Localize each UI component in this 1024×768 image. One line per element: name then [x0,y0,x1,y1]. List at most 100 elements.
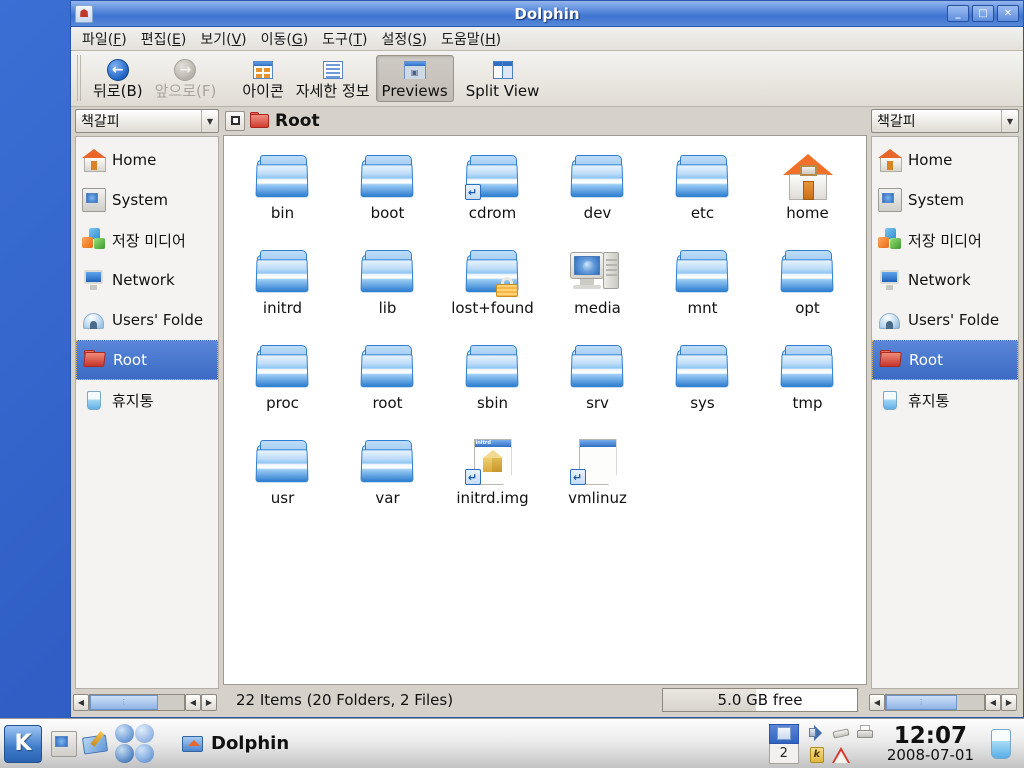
previews-button[interactable]: ▣ Previews [375,55,454,102]
file-item[interactable]: var [335,431,440,526]
pager-desktop-1[interactable] [768,723,799,744]
menu-edit[interactable]: 편집(E) [134,27,194,51]
sidebar-item-storage-media[interactable]: 저장 미디어 [872,220,1018,260]
symlink-overlay-icon: ↵ [464,184,481,200]
folder-icon [254,344,312,392]
bookmarks-combo-left[interactable]: 책갈피 ▼ [75,109,219,133]
scroll-right-arrow-icon[interactable]: ▶ [201,693,217,711]
sidebar-item-root[interactable]: Root [872,340,1018,380]
file-item[interactable]: sys [650,336,755,431]
breadcrumb[interactable]: Root [275,111,320,131]
text-editor-icon[interactable] [81,730,109,757]
places-right-hscrollbar[interactable]: ◀ ⋮ ◀ ▶ [869,693,1017,712]
printer-icon[interactable] [855,723,875,743]
close-button[interactable]: ✕ [997,5,1019,22]
window-body: 책갈피 ▼ Home System 저장 미디어 Network Users' … [71,107,1023,717]
scroll-right-arrow-icon[interactable]: ▶ [1001,693,1017,711]
scroll-left-arrow-icon[interactable]: ◀ [73,693,89,711]
update-warning-icon[interactable] [831,745,851,765]
file-item[interactable]: media [545,241,650,336]
menu-view[interactable]: 보기(V) [193,27,253,51]
file-item[interactable]: bin [230,146,335,241]
back-button[interactable]: ← 뒤로(B) [87,55,149,102]
taskbar-entry-dolphin[interactable]: Dolphin [173,728,298,759]
places-left-hscrollbar[interactable]: ◀ ⋮ ◀ ▶ [73,693,217,712]
scroll-left-arrow-icon[interactable]: ◀ [869,693,885,711]
file-label: var [375,489,400,507]
toolbar-grip[interactable] [77,55,82,101]
file-item[interactable]: srv [545,336,650,431]
file-item[interactable]: opt [755,241,860,336]
file-label: lib [378,299,397,317]
scrollbar-trough[interactable]: ⋮ [885,693,985,711]
apps-group-icon[interactable] [115,723,159,764]
menu-settings[interactable]: 설정(S) [374,27,434,51]
file-item[interactable]: root [335,336,440,431]
file-item[interactable]: ↵ vmlinuz [545,431,650,526]
scrollbar-trough[interactable]: ⋮ [89,693,185,711]
file-item[interactable]: proc [230,336,335,431]
chevron-down-icon[interactable]: ▼ [201,110,218,132]
bookmarks-combo-right[interactable]: 책갈피 ▼ [871,109,1019,133]
minimize-button[interactable]: _ [947,5,969,22]
sidebar-item-trash[interactable]: 휴지통 [872,380,1018,420]
details-view-button[interactable]: 자세한 정보 [290,55,376,102]
sidebar-item-home[interactable]: Home [872,140,1018,180]
pager-desktop-2[interactable]: 2 [768,744,799,764]
chevron-down-icon[interactable]: ▼ [1001,110,1018,132]
computer-icon[interactable] [51,730,77,757]
file-item[interactable]: sbin [440,336,545,431]
file-item[interactable]: lib [335,241,440,336]
file-label: cdrom [468,204,517,222]
sidebar-item-users-folder[interactable]: Users' Folde [76,300,218,340]
trash-icon[interactable] [988,727,1014,761]
file-item[interactable]: initrd [230,241,335,336]
edit-location-icon[interactable] [225,110,245,131]
file-item[interactable]: usr [230,431,335,526]
sidebar-item-network[interactable]: Network [872,260,1018,300]
file-item[interactable]: lost+found [440,241,545,336]
sidebar-item-network[interactable]: Network [76,260,218,300]
lock-overlay-icon [495,277,518,297]
menu-help[interactable]: 도움말(H) [434,27,508,51]
menu-go[interactable]: 이동(G) [254,27,316,51]
sidebar-item-users-folder[interactable]: Users' Folde [872,300,1018,340]
desktop-pager[interactable]: 2 [768,723,799,764]
volume-icon[interactable] [807,723,827,743]
file-item[interactable]: tmp [755,336,860,431]
maximize-button[interactable]: □ [972,5,994,22]
folder-icon [254,154,312,202]
menu-tools[interactable]: 도구(T) [315,27,374,51]
sidebar-item-trash[interactable]: 휴지통 [76,380,218,420]
klipper-icon[interactable]: k [807,745,827,765]
file-item[interactable]: initrd ↵ initrd.img [440,431,545,526]
forward-button[interactable]: → 앞으로(F) [149,55,223,102]
sidebar-item-root[interactable]: Root [76,340,218,380]
file-item[interactable]: boot [335,146,440,241]
sidebar-item-home[interactable]: Home [76,140,218,180]
split-view-button[interactable]: Split View [460,55,546,102]
scrollbar-thumb[interactable]: ⋮ [886,694,957,710]
sidebar-item-label: Home [112,151,157,169]
sidebar-item-label: System [908,191,964,209]
file-item[interactable]: home [755,146,860,241]
clock[interactable]: 12:07 2008-07-01 [887,723,974,764]
icons-view-button[interactable]: 아이콘 [236,55,289,102]
file-view[interactable]: bin boot ↵ cdrom dev etc home initrd lib… [223,135,867,685]
usb-icon[interactable] [831,723,851,743]
file-item[interactable]: ↵ cdrom [440,146,545,241]
scroll-left-arrow2-icon[interactable]: ◀ [185,693,201,711]
kmenu-button[interactable]: K [4,724,42,763]
menu-file[interactable]: 파일(F) [75,27,134,51]
sidebar-item-system[interactable]: System [872,180,1018,220]
sidebar-item-system[interactable]: System [76,180,218,220]
red-folder-icon[interactable] [250,112,270,129]
scroll-left-arrow2-icon[interactable]: ◀ [985,693,1001,711]
window-titlebar[interactable]: ☗ Dolphin _ □ ✕ [71,1,1023,27]
file-label: home [786,204,829,222]
scrollbar-thumb[interactable]: ⋮ [90,694,158,710]
file-item[interactable]: mnt [650,241,755,336]
file-item[interactable]: dev [545,146,650,241]
file-item[interactable]: etc [650,146,755,241]
sidebar-item-storage-media[interactable]: 저장 미디어 [76,220,218,260]
